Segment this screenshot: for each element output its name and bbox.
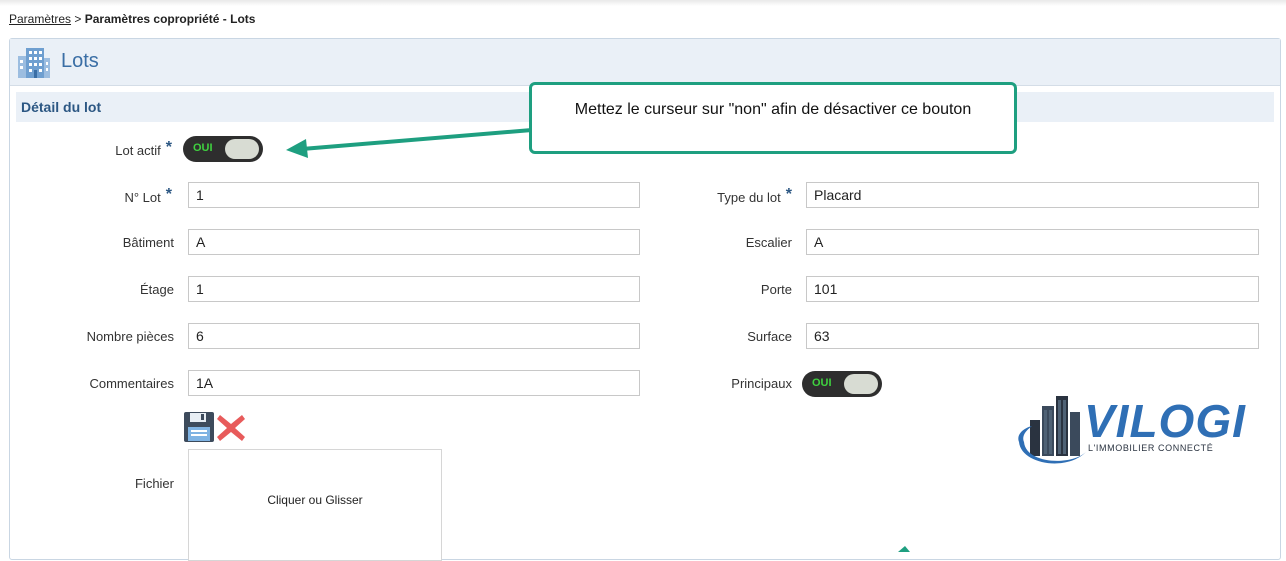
toggle-knob[interactable] <box>844 374 878 394</box>
porte-input[interactable] <box>806 276 1259 302</box>
building-icon <box>18 48 50 83</box>
required-star: * <box>165 139 172 156</box>
porte-label: Porte <box>760 282 792 297</box>
top-shadow <box>0 0 1286 6</box>
principaux-label: Principaux <box>731 376 792 391</box>
surface-label: Surface <box>747 329 792 344</box>
batiment-label: Bâtiment <box>122 235 174 250</box>
escalier-input[interactable] <box>806 229 1259 255</box>
required-star: * <box>785 186 792 203</box>
panel-header: Lots <box>10 39 1280 86</box>
breadcrumb-separator: > <box>71 12 85 26</box>
toggle-state-label: OUI <box>193 142 213 154</box>
type-lot-select[interactable] <box>806 182 1259 208</box>
breadcrumb-link-parametres[interactable]: Paramètres <box>9 12 71 26</box>
logo-tagline: L'IMMOBILIER CONNECTÉ <box>1088 443 1214 453</box>
principaux-toggle[interactable]: OUI <box>802 371 882 397</box>
delete-icon[interactable] <box>214 411 248 450</box>
callout-arrow <box>286 128 533 158</box>
etage-label: Étage <box>140 282 174 297</box>
vilogi-logo: VILOGI L'IMMOBILIER CONNECTÉ <box>1016 394 1261 469</box>
annotation-callout: Mettez le curseur sur "non" afin de désa… <box>529 82 1017 154</box>
commentaires-input[interactable] <box>188 370 640 396</box>
nombre-pieces-label: Nombre pièces <box>86 329 174 344</box>
type-lot-label: Type du lot * <box>717 186 792 205</box>
etage-input[interactable] <box>188 276 640 302</box>
toggle-state-label: OUI <box>812 377 832 389</box>
section-title: Détail du lot <box>21 99 102 115</box>
n-lot-input[interactable] <box>188 182 640 208</box>
surface-input[interactable] <box>806 323 1259 349</box>
fichier-label: Fichier <box>134 476 174 491</box>
required-star: * <box>165 186 172 203</box>
breadcrumb-current: Paramètres copropriété - Lots <box>84 12 256 26</box>
toggle-knob[interactable] <box>225 139 259 159</box>
breadcrumb: Paramètres > Paramètres copropriété - Lo… <box>9 12 255 26</box>
save-icon[interactable] <box>183 411 215 448</box>
callout-text: Mettez le curseur sur "non" afin de désa… <box>574 101 972 118</box>
page-title: Lots <box>61 50 99 72</box>
commentaires-label: Commentaires <box>89 376 174 391</box>
nombre-pieces-input[interactable] <box>188 323 640 349</box>
lot-actif-label: Lot actif * <box>115 139 172 158</box>
escalier-label: Escalier <box>745 235 792 250</box>
lot-actif-toggle[interactable]: OUI <box>183 136 263 162</box>
file-dropzone[interactable]: Cliquer ou Glisser <box>188 449 442 561</box>
dropzone-label: Cliquer ou Glisser <box>267 493 363 507</box>
n-lot-label: N° Lot * <box>124 186 172 205</box>
batiment-input[interactable] <box>188 229 640 255</box>
arrow-fragment <box>898 546 910 552</box>
logo-wordmark: VILOGI <box>1084 395 1246 447</box>
